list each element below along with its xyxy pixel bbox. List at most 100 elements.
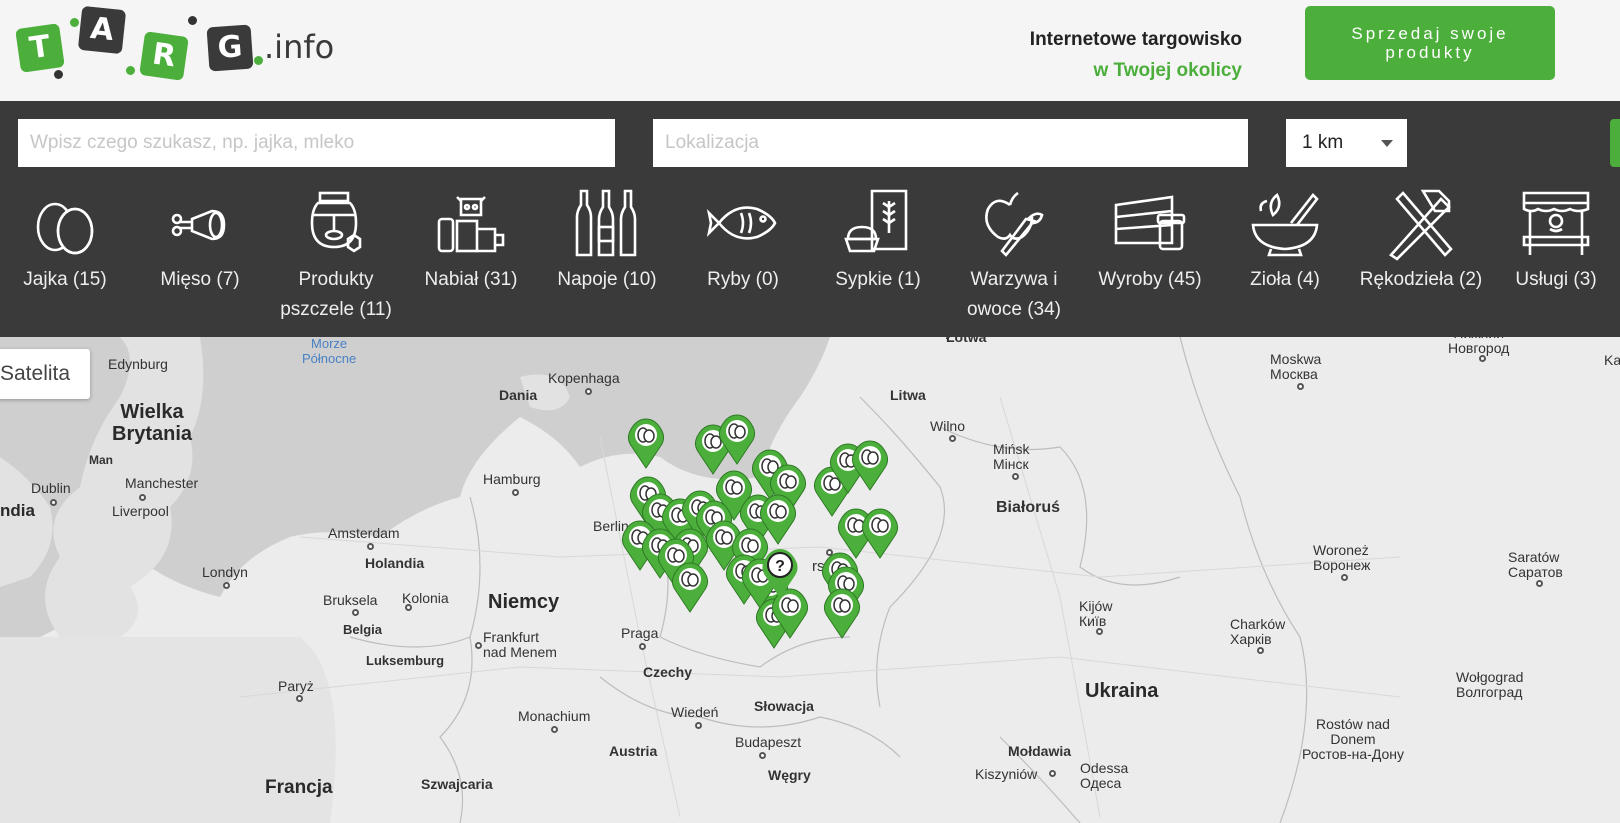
product-map-pin[interactable]: [670, 561, 710, 613]
map-label-holandia: Holandia: [365, 555, 425, 571]
city-marker: [223, 582, 230, 589]
map-label-moskwa: Moskwa Москва: [1270, 351, 1322, 382]
unknown-category-pin[interactable]: ?: [760, 547, 800, 599]
category-label: Wyroby (45): [1098, 269, 1202, 290]
category-label: Jajka (15): [23, 269, 107, 290]
city-marker: [50, 499, 57, 506]
honey-jar-icon: [310, 191, 362, 253]
map-label-szwajcaria: Szwajcaria: [421, 776, 493, 792]
category-label: Mięso (7): [160, 269, 240, 290]
sell-products-button[interactable]: Sprzedaj swoje produkty: [1305, 6, 1555, 80]
map-label-belgia: Belgia: [343, 622, 383, 637]
city-marker: [1297, 383, 1304, 390]
map-label-saratow: Saratów Саратов: [1508, 549, 1563, 580]
product-map-pin[interactable]: [626, 417, 666, 469]
product-map-pin[interactable]: [822, 587, 862, 639]
category-sypkie[interactable]: Sypkie (1): [811, 185, 945, 295]
category-nabial[interactable]: Nabiał (31): [404, 185, 538, 295]
map-label-frankfurt: Frankfurt nad Menem: [483, 629, 557, 660]
map-label-nizhny-novgorod: Нижний Новгород: [1448, 337, 1510, 356]
category-label: Nabiał (31): [424, 269, 518, 290]
city-marker: [949, 435, 956, 442]
map-label-francja: Francja: [265, 777, 333, 798]
city-marker: [695, 722, 702, 729]
city-marker: [1536, 580, 1543, 587]
map-label-dania: Dania: [499, 387, 538, 403]
location-input[interactable]: [653, 119, 1248, 167]
city-marker: [367, 543, 374, 550]
city-marker: [1479, 355, 1486, 362]
logo-dot: [70, 18, 79, 27]
map-label-minsk: Mińsk Мінск: [993, 441, 1030, 472]
city-marker: [352, 609, 359, 616]
map-label-odessa: Odessa Одеса: [1080, 760, 1129, 791]
dairy-cow-icon: [437, 196, 505, 253]
category-label: Napoje (10): [557, 269, 657, 290]
logo-letter-g: G: [206, 24, 254, 72]
logo-dot: [188, 16, 197, 25]
city-marker: [639, 643, 646, 650]
cake-jar-icon: [1114, 195, 1186, 251]
map-label-rostow: Rostów nad Donem Ростов-на-Дону: [1302, 716, 1404, 762]
tagline: Internetowe targowisko w Twojej okolicy: [1030, 24, 1242, 86]
map-label-praga: Praga: [621, 625, 659, 641]
fish-icon: [706, 206, 777, 240]
map-label-kijow: Kijów Київ: [1079, 598, 1113, 629]
map-label-edynburg: Edynburg: [108, 356, 168, 372]
category-label: Ryby (0): [707, 269, 779, 290]
city-marker: [585, 388, 592, 395]
category-ryby[interactable]: Ryby (0): [676, 185, 810, 295]
crafts-tools-icon: [1389, 189, 1453, 261]
category-uslugi[interactable]: Usługi (3): [1489, 185, 1620, 295]
city-marker: [1096, 628, 1103, 635]
category-napoje[interactable]: Napoje (10): [540, 185, 674, 295]
map-label-monachium: Monachium: [518, 708, 591, 724]
product-map-pin[interactable]: [850, 439, 890, 491]
logo-dot: [54, 70, 63, 79]
map-label-charkow: Charków Харків: [1230, 616, 1286, 647]
category-jajka[interactable]: Jajka (15): [0, 185, 132, 295]
map-label-manchester: Manchester: [125, 475, 199, 491]
category-label: Zioła (4): [1250, 269, 1320, 290]
radius-value: 1 km: [1302, 132, 1344, 153]
map-label-hamburg: Hamburg: [483, 471, 541, 487]
map-label-luksemburg: Luksemburg: [366, 653, 445, 668]
map-view[interactable]: Satelita Edynburg Wielka Brytania Man Du…: [0, 337, 1620, 823]
grain-sack-icon: [844, 189, 908, 253]
tagline-line2: w Twojej okolicy: [1093, 60, 1242, 81]
map-label-wegry: Węgry: [768, 767, 811, 783]
radius-select[interactable]: 1 km: [1286, 119, 1407, 167]
bottles-icon: [575, 189, 637, 257]
category-wyroby[interactable]: Wyroby (45): [1083, 185, 1217, 295]
map-label-kiszyniow: Kiszyniów: [975, 766, 1038, 782]
city-marker: [1341, 574, 1348, 581]
search-input[interactable]: [18, 119, 615, 167]
product-map-pin[interactable]: [860, 507, 900, 559]
city-marker: [551, 726, 558, 733]
map-label-wieden: Wiedeń: [671, 704, 719, 720]
city-marker: [1012, 473, 1019, 480]
category-label: Sypkie (1): [835, 269, 921, 290]
logo-suffix: .info: [264, 28, 335, 66]
logo-letter-t: T: [15, 23, 65, 73]
category-warzywa-owoce[interactable]: Warzywa i owoce (34): [947, 185, 1081, 325]
map-label-dublin: Dublin: [31, 480, 71, 496]
category-produkty-pszczele[interactable]: Produkty pszczele (11): [269, 185, 403, 325]
search-button[interactable]: [1610, 119, 1620, 167]
category-label: Warzywa i owoce (34): [967, 269, 1061, 320]
satellite-toggle-button[interactable]: Satelita: [0, 349, 90, 399]
category-mieso[interactable]: Mięso (7): [133, 185, 267, 295]
targ-logo[interactable]: T A R G .info: [15, 5, 348, 84]
map-label-wilno: Wilno: [930, 418, 966, 434]
site-header: T A R G .info Internetowe targowisko w T…: [0, 0, 1620, 101]
map-label-litwa: Litwa: [890, 387, 926, 403]
map-label-wolgograd: Wołgograd Волгоград: [1456, 669, 1524, 700]
map-label-ukraina: Ukraina: [1085, 680, 1159, 702]
map-label-czechy: Czechy: [643, 664, 693, 680]
city-marker: [1049, 770, 1056, 777]
category-label: Produkty pszczele (11): [280, 269, 392, 320]
category-rekodziela[interactable]: Rękodzieła (2): [1354, 185, 1488, 295]
map-label-morze-polnocne: Morze Północne: [302, 337, 357, 366]
category-ziola[interactable]: Zioła (4): [1218, 185, 1352, 295]
map-label-wielka-brytania: Wielka Brytania: [112, 401, 193, 445]
